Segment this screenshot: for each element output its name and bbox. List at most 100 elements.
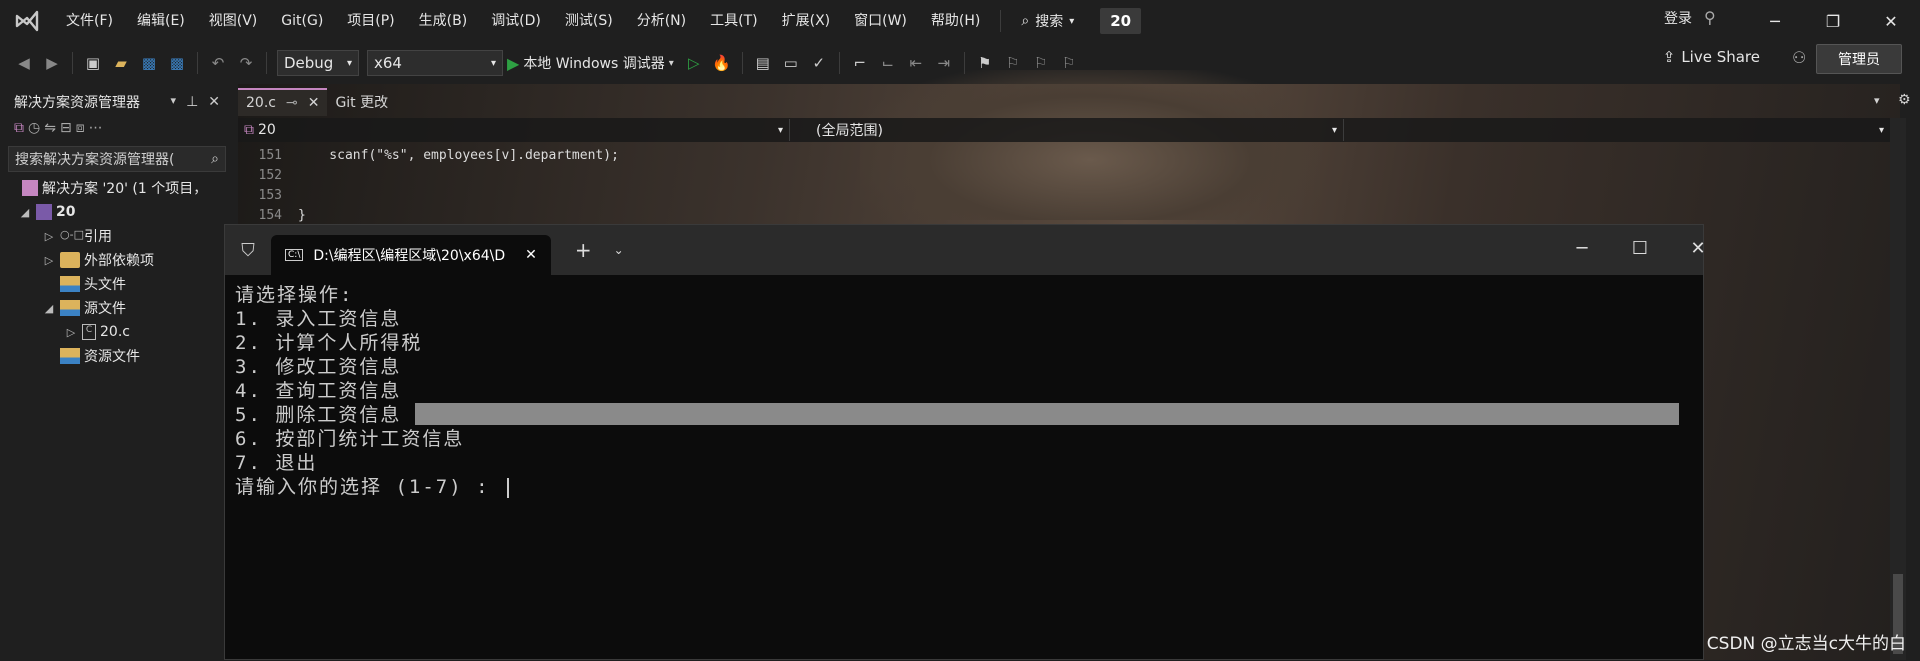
collapsed-icon[interactable]: ▷ [42,254,56,267]
solution-folder-icon[interactable]: ▤ [752,52,774,74]
menu-test[interactable]: 测试(S) [553,0,625,42]
save-icon[interactable]: ▩ [138,52,160,74]
layout-icon[interactable]: ▭ [780,52,802,74]
menu-tools[interactable]: 工具(T) [698,0,769,42]
save-all-icon[interactable]: ▩ [166,52,188,74]
menu-window[interactable]: 窗口(W) [842,0,919,42]
collapsed-icon[interactable]: ▷ [42,230,56,243]
forward-icon[interactable]: ▶ [41,52,63,74]
nav-scope-select[interactable]: (全局范围) ▾ [790,119,1344,141]
show-all-files-icon[interactable]: ⧈ [76,120,85,136]
terminal-prompt-line[interactable]: 请输入你的选择 (1-7) : [235,475,1693,499]
solution-explorer-toolbar: ⧉ ◷ ⇋ ⊟ ⧈ ⋯ [8,114,226,142]
tab-list-chevron-icon[interactable]: ▾ [1874,94,1880,107]
search-label: 搜索 [1035,11,1063,31]
editor-vertical-scrollbar[interactable] [1890,118,1906,660]
project-icon: ⧉ [244,122,254,138]
minimize-icon[interactable]: ─ [1746,0,1804,42]
menu-edit[interactable]: 编辑(E) [125,0,197,42]
chevron-down-icon: ▾ [1332,125,1337,136]
sync-icon[interactable]: ⇋ [44,120,56,136]
menu-project[interactable]: 项目(P) [335,0,406,42]
configuration-select[interactable]: Debug ▾ [277,50,359,76]
terminal-prompt: 请输入你的选择 (1-7) : [235,476,503,498]
tree-item-label: 资源文件 [84,346,140,366]
open-folder-icon[interactable]: ▰ [110,52,132,74]
nav-scope-value: (全局范围) [816,120,883,140]
menu-file[interactable]: 文件(F) [54,0,125,42]
tree-item-resource-files[interactable]: 资源文件 [8,344,226,368]
close-icon[interactable]: ✕ [308,95,320,111]
collapsed-icon[interactable]: ▷ [64,326,78,339]
visual-studio-logo-icon[interactable] [0,0,54,42]
tree-item-references[interactable]: ▷ ○-□ 引用 [8,224,226,248]
vs-switch-views-icon[interactable]: ⧉ [14,120,24,136]
hot-reload-icon[interactable]: 🔥 [711,52,733,74]
start-without-debugging-icon[interactable]: ▷ [683,52,705,74]
menu-help[interactable]: 帮助(H) [919,0,992,42]
menu-extensions[interactable]: 扩展(X) [770,0,843,42]
chevron-down-icon: ▾ [1879,125,1884,136]
spell-check-icon[interactable]: ✓ [808,52,830,74]
account-settings-icon[interactable]: ⚲ [1704,8,1716,27]
tree-item-header-files[interactable]: 头文件 [8,272,226,296]
platform-select[interactable]: x64 ▾ [367,50,503,76]
menu-build[interactable]: 生成(B) [407,0,480,42]
expanded-icon[interactable]: ◢ [42,302,56,315]
c-file-icon: C [82,324,96,340]
line-number: 153 [238,188,298,203]
tab-20c[interactable]: 20.c ⊸ ✕ [238,88,327,116]
terminal-tab[interactable]: C:\ D:\编程区\编程区域\20\x64\D ✕ [271,235,551,275]
login-link[interactable]: 登录 [1664,8,1692,28]
live-share-button[interactable]: ⇪ Live Share [1663,48,1760,66]
nav-member-select[interactable]: ▾ [1344,119,1890,141]
chevron-down-icon[interactable]: ⌄ [614,243,624,257]
solution-explorer-search[interactable]: 搜索解决方案资源管理器( ⌕ [8,146,226,172]
back-icon[interactable]: ◀ [13,52,35,74]
pin-icon[interactable]: ⊥ [186,94,198,110]
start-debugging-icon[interactable]: ▶ [507,54,519,73]
maximize-icon[interactable]: ☐ [1611,225,1669,271]
properties-icon[interactable]: ⋯ [89,120,103,136]
close-icon[interactable]: ✕ [1669,225,1727,271]
nav-file-select[interactable]: ⧉20 ▾ [238,119,790,141]
tree-solution[interactable]: 解决方案 '20' (1 个项目， [8,176,226,200]
minimize-icon[interactable]: ─ [1553,225,1611,271]
code-line[interactable]: 152 [238,165,298,185]
terminal-line: 1. 录入工资信息 [235,307,1693,331]
tree-item-external-deps[interactable]: ▷ 外部依赖项 [8,248,226,272]
close-icon[interactable]: ✕ [1862,0,1920,42]
redo-icon[interactable]: ↷ [235,52,257,74]
chevron-down-icon[interactable]: ▾ [171,94,177,110]
start-debugging-button[interactable]: 本地 Windows 调试器 [523,53,664,73]
code-line[interactable]: 153 [238,185,298,205]
references-icon: ○-□ [60,228,80,244]
history-icon[interactable]: ◷ [28,120,40,136]
pin-icon[interactable]: ⊸ [286,95,298,111]
search-button[interactable]: ⌕ 搜索 ▾ [1009,11,1086,31]
new-project-icon[interactable]: ▣ [82,52,104,74]
tree-item-source-files[interactable]: ◢ 源文件 [8,296,226,320]
menu-git[interactable]: Git(G) [269,0,335,42]
configuration-value: Debug [284,54,333,72]
close-icon[interactable]: ✕ [208,94,220,110]
undo-icon[interactable]: ↶ [207,52,229,74]
menu-debug[interactable]: 调试(D) [479,0,553,42]
terminal-output[interactable]: 请选择操作: 1. 录入工资信息 2. 计算个人所得税 3. 修改工资信息 4.… [225,275,1703,661]
restore-icon[interactable]: ❐ [1804,0,1862,42]
collapse-all-icon[interactable]: ⊟ [60,120,72,136]
filter-folder-icon [60,348,80,364]
tab-git-changes[interactable]: Git 更改 [327,88,396,116]
tree-project[interactable]: ◢ 20 [8,200,226,224]
new-tab-icon[interactable]: + [575,238,592,262]
chevron-down-icon[interactable]: ▾ [669,58,674,69]
code-line[interactable]: 151 scanf("%s", employees[v].department)… [238,145,619,165]
feedback-icon[interactable]: ⚇ [1792,48,1806,67]
code-line[interactable]: 154 } [238,205,306,225]
menu-analyze[interactable]: 分析(N) [625,0,698,42]
close-icon[interactable]: ✕ [525,247,537,263]
gear-icon[interactable]: ⚙ [1898,92,1911,108]
expanded-icon[interactable]: ◢ [18,206,32,219]
menu-view[interactable]: 视图(V) [197,0,270,42]
tree-item-20c[interactable]: ▷ C 20.c [8,320,226,344]
